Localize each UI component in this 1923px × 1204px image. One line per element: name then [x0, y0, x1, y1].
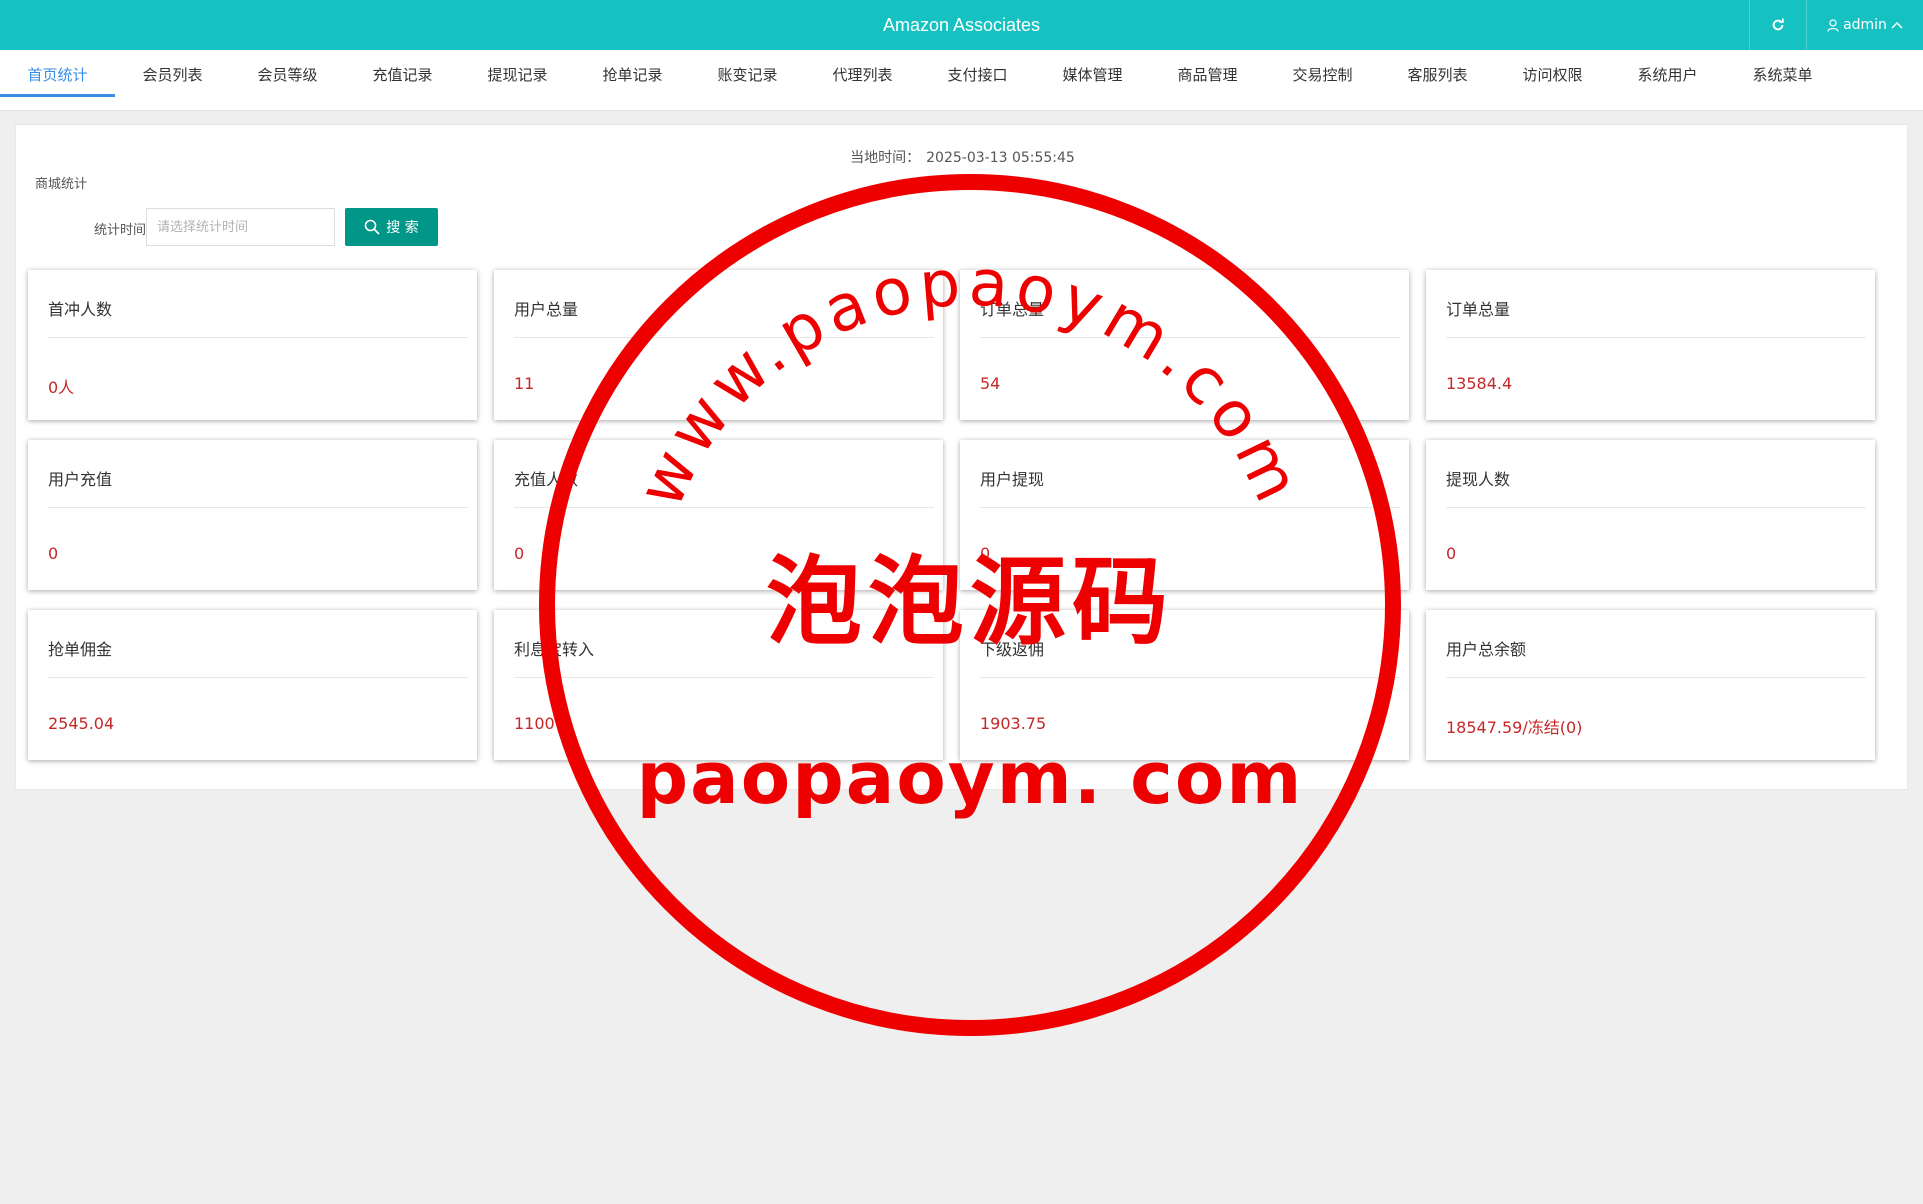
- nav-tab-7[interactable]: 代理列表: [805, 50, 920, 110]
- section-title: 商城统计: [35, 177, 88, 192]
- stat-card: 提现人数 0: [1426, 440, 1875, 590]
- stat-card-title: 利息宝转入: [514, 640, 595, 659]
- stat-card-divider: [48, 677, 468, 678]
- stat-card-divider: [48, 507, 468, 508]
- stat-card-title: 提现人数: [1446, 470, 1511, 489]
- stat-card-value: 1100: [514, 714, 555, 733]
- stat-card-divider: [514, 677, 934, 678]
- stat-card: 抢单佣金 2545.04: [28, 610, 477, 760]
- user-icon: [1827, 18, 1839, 32]
- search-icon: [364, 219, 380, 235]
- stat-card-value: 0: [1446, 544, 1457, 563]
- stat-card: 首冲人数 0人: [28, 270, 477, 420]
- chevron-up-icon: [1891, 21, 1903, 29]
- stat-card-divider: [514, 507, 934, 508]
- stat-card-divider: [1446, 337, 1866, 338]
- app-title: Amazon Associates: [882, 15, 1041, 35]
- stat-card: 用户充值 0: [28, 440, 477, 590]
- stat-card-title: 用户充值: [48, 470, 113, 489]
- stat-card-divider: [514, 337, 934, 338]
- stat-card-divider: [1446, 507, 1866, 508]
- stat-card-divider: [980, 507, 1400, 508]
- refresh-icon: [1772, 18, 1784, 31]
- stat-card-title: 订单总量: [1446, 300, 1511, 319]
- search-button-label: 搜 索: [386, 220, 419, 236]
- nav-tab-10[interactable]: 商品管理: [1150, 50, 1265, 110]
- stat-card-title: 用户总量: [514, 300, 579, 319]
- stat-card: 下级返佣 1903.75: [960, 610, 1409, 760]
- filter-label: 统计时间: [93, 223, 146, 238]
- local-time-value: 2025-03-13 05:55:45: [926, 150, 1075, 166]
- stat-card: 用户总余额 18547.59/冻结(0): [1426, 610, 1875, 760]
- nav-tabs: 首页统计 会员列表 会员等级 充值记录 提现记录 抢单记录 账变记录 代理列表 支付接口 媒体管理…: [0, 50, 1923, 110]
- stat-card-divider: [980, 677, 1400, 678]
- stat-card-value: 13584.4: [1446, 374, 1513, 393]
- stat-card-value: 0人: [48, 378, 75, 397]
- local-time: 当地时间： 2025-03-13 05:55:45: [16, 147, 1909, 167]
- stat-card-divider: [1446, 677, 1866, 678]
- stat-card-title: 用户提现: [980, 470, 1045, 489]
- stat-card-title: 抢单佣金: [48, 640, 113, 659]
- stat-card: 订单总量 54: [960, 270, 1409, 420]
- stat-card-divider: [48, 337, 468, 338]
- nav-tab-11[interactable]: 交易控制: [1265, 50, 1380, 110]
- user-menu-button[interactable]: admin: [1806, 0, 1923, 50]
- header-actions: admin: [1749, 0, 1923, 50]
- refresh-button[interactable]: [1749, 0, 1806, 50]
- nav-tab-1[interactable]: 会员列表: [115, 50, 230, 110]
- stat-time-input[interactable]: [146, 208, 335, 246]
- stat-card-title: 充值人数: [514, 470, 579, 489]
- nav-tab-5[interactable]: 抢单记录: [575, 50, 690, 110]
- nav-tab-8[interactable]: 支付接口: [920, 50, 1035, 110]
- username: admin: [1843, 17, 1887, 33]
- stat-card-title: 订单总量: [980, 300, 1045, 319]
- nav-tab-3[interactable]: 充值记录: [345, 50, 460, 110]
- stat-card: 利息宝转入 1100: [494, 610, 943, 760]
- stat-card-value: 0: [980, 544, 991, 563]
- top-header: Amazon Associates admin: [0, 0, 1923, 50]
- stat-card-title: 首冲人数: [48, 300, 113, 319]
- stat-card-value: 11: [514, 374, 535, 393]
- nav-tab-2[interactable]: 会员等级: [230, 50, 345, 110]
- stat-card: 用户提现 0: [960, 440, 1409, 590]
- nav-tab-14[interactable]: 系统用户: [1610, 50, 1725, 110]
- main-nav: 首页统计 会员列表 会员等级 充值记录 提现记录 抢单记录 账变记录 代理列表 支付接口 媒体管理…: [0, 50, 1923, 111]
- stat-card: 订单总量 13584.4: [1426, 270, 1875, 420]
- stat-card: 充值人数 0: [494, 440, 943, 590]
- stat-card-divider: [980, 337, 1400, 338]
- nav-tab-13[interactable]: 访问权限: [1495, 50, 1610, 110]
- nav-tab-4[interactable]: 提现记录: [460, 50, 575, 110]
- stat-card-value: 54: [980, 374, 1001, 393]
- stat-card-value: 0: [514, 544, 525, 563]
- nav-tab-15[interactable]: 系统菜单: [1725, 50, 1840, 110]
- stat-card-value: 0: [48, 544, 59, 563]
- stat-card-value: 18547.59/冻结(0): [1446, 718, 1583, 737]
- stat-card-value: 2545.04: [48, 714, 115, 733]
- stat-card-title: 用户总余额: [1446, 640, 1527, 659]
- local-time-label: 当地时间：: [850, 150, 921, 166]
- nav-tab-12[interactable]: 客服列表: [1380, 50, 1495, 110]
- nav-tab-0[interactable]: 首页统计: [0, 50, 115, 110]
- nav-tab-9[interactable]: 媒体管理: [1035, 50, 1150, 110]
- search-button[interactable]: 搜 索: [345, 208, 438, 246]
- stat-card: 用户总量 11: [494, 270, 943, 420]
- stat-card-title: 下级返佣: [980, 640, 1045, 659]
- nav-tab-6[interactable]: 账变记录: [690, 50, 805, 110]
- stat-card-value: 1903.75: [980, 714, 1047, 733]
